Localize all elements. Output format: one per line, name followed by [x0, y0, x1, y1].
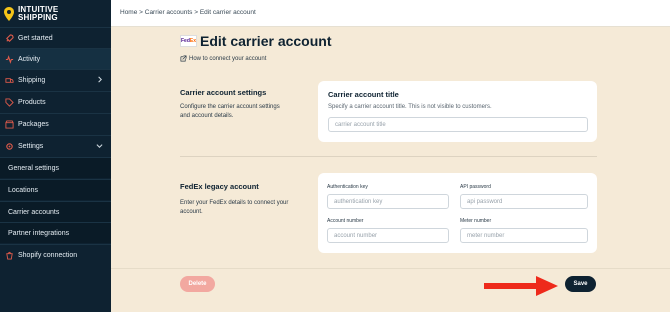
red-arrow-annotation [484, 276, 558, 296]
sidebar-item-shipping[interactable]: Shipping [0, 69, 111, 90]
help-link-label: How to connect your account [189, 55, 267, 62]
sidebar-item-carrier-accounts[interactable]: Carrier accounts [0, 201, 111, 222]
chevron-right-icon [96, 76, 103, 85]
meter-number-label: Meter number [460, 218, 492, 224]
top-bar: Home > Carrier accounts > Edit carrier a… [111, 0, 670, 27]
sidebar-item-label: Packages [18, 120, 49, 128]
brand-line2: SHIPPING [18, 12, 58, 22]
section-fedex-legacy-title: FedEx legacy account [180, 182, 259, 191]
sidebar-item-label: Settings [18, 142, 44, 150]
sidebar-item-locations[interactable]: Locations [0, 179, 111, 200]
sidebar-item-label: Carrier accounts [8, 208, 60, 216]
sidebar-item-products[interactable]: Products [0, 91, 111, 112]
sidebar-item-label: General settings [8, 164, 59, 172]
shopify-icon [4, 250, 14, 260]
section-carrier-settings-title: Carrier account settings [180, 88, 267, 97]
card-title: Carrier account title [328, 90, 399, 99]
api-password-label: API password [460, 184, 491, 190]
sidebar-item-label: Locations [8, 186, 38, 194]
sidebar-item-label: Partner integrations [8, 229, 70, 237]
fedex-credentials-card: Authentication key authentication key AP… [318, 173, 597, 253]
carrier-account-title-card: Carrier account title Specify a carrier … [318, 81, 597, 142]
location-pin-icon [4, 6, 14, 21]
gear-icon [4, 141, 14, 151]
fedex-logo-fed: Fed [181, 38, 190, 44]
meter-number-input[interactable]: meter number [460, 228, 588, 243]
external-link-icon [180, 55, 187, 62]
sidebar-item-general-settings[interactable]: General settings [0, 157, 111, 178]
section-fedex-legacy-description: Enter your FedEx details to connect your… [180, 200, 289, 215]
authentication-key-label: Authentication key [327, 184, 368, 190]
section-divider [180, 156, 597, 157]
sidebar-item-label: Activity [18, 55, 41, 63]
sidebar-item-shopify-connection[interactable]: Shopify connection [0, 244, 111, 265]
account-number-label: Account number [327, 218, 364, 224]
breadcrumb[interactable]: Home > Carrier accounts > Edit carrier a… [120, 9, 256, 16]
api-password-input[interactable]: api password [460, 194, 588, 209]
sidebar-item-get-started[interactable]: Get started [0, 27, 111, 48]
truck-icon [4, 75, 14, 85]
account-number-input[interactable]: account number [327, 228, 449, 243]
brand-logo[interactable]: INTUITIVE SHIPPING [0, 0, 111, 27]
authentication-key-input[interactable]: authentication key [327, 194, 449, 209]
box-icon [4, 119, 14, 129]
footer-divider [111, 268, 670, 269]
sidebar: INTUITIVE SHIPPING Get started Activity … [0, 0, 111, 312]
sidebar-item-label: Shipping [18, 76, 46, 84]
activity-icon [4, 54, 14, 64]
sidebar-item-settings[interactable]: Settings [0, 135, 111, 156]
sidebar-item-label: Shopify connection [18, 251, 78, 259]
fedex-logo: Fed Ex [180, 35, 197, 47]
sidebar-item-activity[interactable]: Activity [0, 48, 111, 69]
sidebar-item-packages[interactable]: Packages [0, 113, 111, 134]
carrier-account-title-input[interactable]: carrier account title [328, 117, 588, 132]
card-subtitle: Specify a carrier account title. This is… [328, 104, 492, 110]
fedex-logo-ex: Ex [189, 38, 197, 44]
delete-button[interactable]: Delete [180, 276, 215, 292]
tag-icon [4, 97, 14, 107]
sidebar-item-label: Products [18, 98, 46, 106]
rocket-icon [4, 33, 14, 43]
sidebar-item-label: Get started [18, 34, 53, 42]
sidebar-item-partner-integrations[interactable]: Partner integrations [0, 222, 111, 243]
save-button[interactable]: Save [565, 276, 596, 292]
page-title: Edit carrier account [200, 33, 332, 49]
section-carrier-settings-description: Configure the carrier account settings a… [180, 104, 280, 119]
help-link[interactable]: How to connect your account [180, 55, 266, 62]
chevron-down-icon [96, 142, 103, 151]
